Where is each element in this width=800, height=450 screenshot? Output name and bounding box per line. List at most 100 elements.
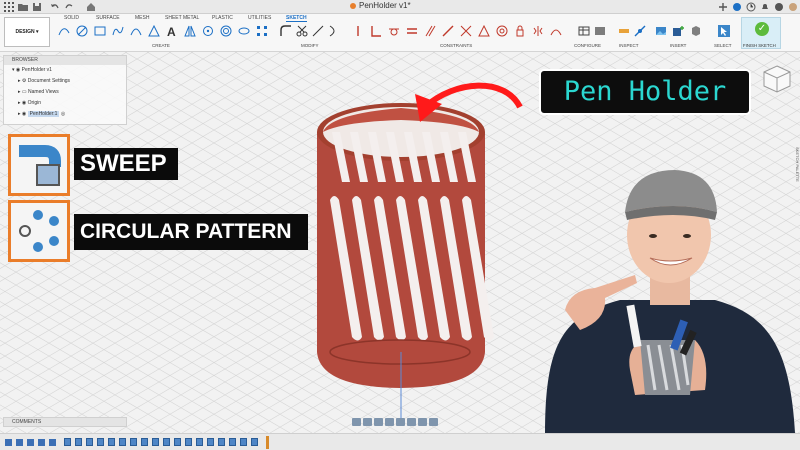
text-icon[interactable]: A (166, 25, 178, 37)
browser-item-named-views[interactable]: ▸ ▭ Named Views (4, 87, 126, 98)
circular-pattern-icon[interactable] (202, 25, 214, 37)
timeline-feature[interactable] (64, 438, 71, 446)
timeline-feature[interactable] (218, 438, 225, 446)
rectangle-icon[interactable] (94, 25, 106, 37)
tab-sheet-metal[interactable]: SHEET METAL (165, 15, 199, 21)
bell-icon[interactable] (760, 2, 770, 12)
tangent-icon[interactable] (388, 25, 400, 37)
collinear-icon[interactable] (442, 25, 454, 37)
timeline-feature[interactable] (196, 438, 203, 446)
offset-icon[interactable] (220, 25, 232, 37)
mirror-icon[interactable] (184, 25, 196, 37)
timeline-feature[interactable] (119, 438, 126, 446)
configure-rules-icon[interactable] (594, 25, 606, 37)
coincident-icon[interactable] (352, 25, 364, 37)
timeline-feature[interactable] (75, 438, 82, 446)
timeline-back-icon[interactable] (16, 439, 23, 446)
group-constraints-label[interactable]: CONSTRAINTS (440, 43, 472, 48)
orbit-icon[interactable] (352, 418, 361, 426)
grid-settings-icon[interactable] (418, 418, 427, 426)
measure-icon[interactable] (618, 25, 630, 37)
ellipse-icon[interactable] (238, 25, 250, 37)
timeline-feature[interactable] (97, 438, 104, 446)
tab-surface[interactable]: SURFACE (96, 15, 120, 21)
timeline-feature[interactable] (207, 438, 214, 446)
clock-icon[interactable] (746, 2, 756, 12)
app-grid-icon[interactable] (4, 2, 14, 12)
viewcube-icon[interactable] (762, 64, 792, 94)
home-icon[interactable] (86, 2, 96, 12)
browser-header[interactable]: BROWSER (4, 56, 126, 65)
browser-panel[interactable]: BROWSER ▾ ◉ PenHolder v1 ▸ ⚙ Document Se… (3, 55, 127, 125)
timeline-feature[interactable] (185, 438, 192, 446)
radio-icon[interactable]: ◎ (61, 111, 65, 117)
offset-curve-icon[interactable] (328, 25, 340, 37)
timeline-feature[interactable] (152, 438, 159, 446)
symmetry-icon[interactable] (532, 25, 544, 37)
insert-image-icon[interactable] (655, 25, 667, 37)
comments-panel[interactable]: COMMENTS (3, 417, 127, 427)
viewport-canvas[interactable]: BROWSER ▾ ◉ PenHolder v1 ▸ ⚙ Document Se… (0, 52, 800, 433)
rectangular-pattern-icon[interactable] (256, 25, 268, 37)
midpoint-icon[interactable] (478, 25, 490, 37)
horizontal-vertical-icon[interactable] (460, 25, 472, 37)
timeline-feature[interactable] (141, 438, 148, 446)
redo-icon[interactable] (64, 2, 74, 12)
group-create-label[interactable]: CREATE (152, 43, 170, 48)
select-arrow-icon[interactable] (718, 25, 730, 37)
timeline-feature[interactable] (108, 438, 115, 446)
table-icon[interactable] (578, 25, 590, 37)
look-at-icon[interactable] (363, 418, 372, 426)
fit-icon[interactable] (396, 418, 405, 426)
timeline-feature[interactable] (130, 438, 137, 446)
timeline-feature[interactable] (229, 438, 236, 446)
fillet-icon[interactable] (280, 25, 292, 37)
save-icon[interactable] (32, 2, 42, 12)
parallel-icon[interactable] (424, 25, 436, 37)
timeline-feature[interactable] (251, 438, 258, 446)
browser-item-root[interactable]: ▾ ◉ PenHolder v1 (4, 65, 126, 76)
timeline-forward-icon[interactable] (38, 439, 45, 446)
perpendicular-icon[interactable] (370, 25, 382, 37)
user-avatar-icon[interactable] (788, 2, 798, 12)
eye-icon[interactable]: ◉ (16, 67, 20, 73)
browser-item-origin[interactable]: ▸ ◉ Origin (4, 98, 126, 109)
equal-icon[interactable] (406, 25, 418, 37)
group-insert-label[interactable]: INSERT (670, 43, 686, 48)
timeline-start-icon[interactable] (5, 439, 12, 446)
folder-icon[interactable] (18, 2, 28, 12)
timeline-play-icon[interactable] (27, 439, 34, 446)
polygon-icon[interactable] (148, 25, 160, 37)
finish-sketch-button[interactable]: ✓ FINISH SKETCH (741, 17, 781, 49)
tab-sketch[interactable]: SKETCH (286, 15, 307, 22)
trim-icon[interactable] (296, 25, 308, 37)
tab-mesh[interactable]: MESH (135, 15, 149, 21)
group-select-label[interactable]: SELECT (714, 43, 732, 48)
help-icon[interactable] (774, 2, 784, 12)
sketch-palette-tab[interactable]: SKETCH PALETTE (790, 147, 800, 192)
circle-icon[interactable] (76, 25, 88, 37)
pan-icon[interactable] (374, 418, 383, 426)
group-inspect-label[interactable]: INSPECT (619, 43, 639, 48)
job-status-icon[interactable] (732, 2, 742, 12)
timeline-feature[interactable] (174, 438, 181, 446)
new-tab-icon[interactable] (718, 2, 728, 12)
line-icon[interactable] (58, 25, 70, 37)
tab-solid[interactable]: SOLID (64, 15, 79, 21)
insert-svg-icon[interactable] (690, 25, 702, 37)
browser-item-document-settings[interactable]: ▸ ⚙ Document Settings (4, 76, 126, 87)
curvature-icon[interactable] (550, 25, 562, 37)
concentric-icon[interactable] (496, 25, 508, 37)
browser-item-component[interactable]: ▸ ◉ PenHolder:1 ◎ (4, 109, 126, 120)
group-configure-label[interactable]: CONFIGURE (574, 43, 601, 48)
display-settings-icon[interactable] (407, 418, 416, 426)
undo-icon[interactable] (50, 2, 60, 12)
workspace-switcher[interactable]: DESIGN ▾ (4, 17, 50, 47)
timeline-marker[interactable] (266, 436, 269, 449)
timeline-end-icon[interactable] (49, 439, 56, 446)
arc-icon[interactable] (130, 25, 142, 37)
insert-mesh-icon[interactable] (672, 25, 684, 37)
group-modify-label[interactable]: MODIFY (301, 43, 319, 48)
spline-icon[interactable] (112, 25, 124, 37)
zoom-icon[interactable] (385, 418, 394, 426)
